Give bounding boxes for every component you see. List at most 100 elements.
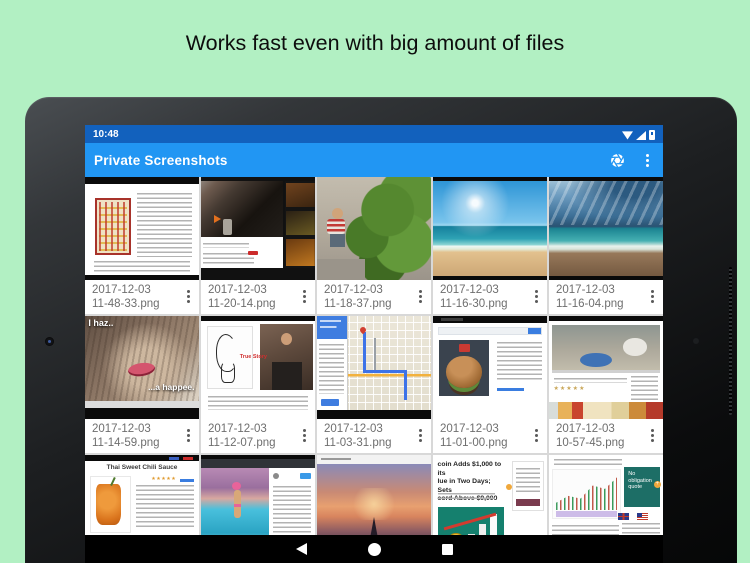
sauce-jar-art bbox=[90, 476, 131, 533]
lighter-art bbox=[223, 219, 232, 235]
video-frame-art bbox=[552, 325, 659, 373]
screenshot-item-4[interactable]: 2017-12-03 11-16-30.png bbox=[433, 177, 547, 314]
screenshot-item-2[interactable]: 2017-12-03 11-20-14.png bbox=[201, 177, 315, 314]
item-menu-icon[interactable] bbox=[187, 290, 190, 293]
item-filename: 11-20-14.png bbox=[208, 297, 311, 311]
overflow-dots bbox=[646, 159, 649, 162]
arrow-annotation-art bbox=[214, 215, 221, 223]
feature-caption: Works fast even with big amount of files bbox=[0, 31, 750, 56]
screenshot-item-1[interactable]: 2017-12-03 11-48-33.png bbox=[85, 177, 199, 314]
overflow-menu-icon[interactable] bbox=[640, 151, 654, 169]
text-lines bbox=[208, 396, 308, 410]
thumbnail-child-photo bbox=[317, 177, 431, 280]
text-lines bbox=[137, 193, 192, 257]
status-bar: 10:48 bbox=[85, 125, 663, 143]
screenshot-item-8[interactable]: 2017-12-03 11-03-31.png bbox=[317, 316, 431, 453]
item-date: 2017-12-03 bbox=[440, 283, 543, 297]
recents-button[interactable] bbox=[442, 544, 453, 555]
text-lines bbox=[554, 378, 627, 383]
item-menu-icon[interactable] bbox=[419, 429, 422, 432]
screenshot-item-7[interactable]: True Story 2017-12-03 11-12-07.png bbox=[201, 316, 315, 453]
item-menu-icon[interactable] bbox=[535, 290, 538, 293]
item-menu-icon[interactable] bbox=[651, 290, 654, 293]
text-lines bbox=[631, 376, 658, 402]
text-lines bbox=[203, 243, 248, 248]
item-date: 2017-12-03 bbox=[208, 283, 311, 297]
thumbnail-map bbox=[317, 316, 431, 419]
item-footer: 2017-12-03 11-16-30.png bbox=[433, 280, 547, 314]
sensor-dot-icon bbox=[693, 338, 699, 344]
item-date: 2017-12-03 bbox=[556, 422, 659, 436]
text-lines bbox=[516, 468, 540, 492]
child-shirt-art bbox=[327, 219, 345, 234]
kitten-mouth-art bbox=[128, 361, 157, 378]
thumbnail-truestory-meme: True Story bbox=[201, 316, 315, 419]
app-title: Private Screenshots bbox=[94, 153, 228, 168]
signal-icon bbox=[636, 131, 646, 140]
item-menu-icon[interactable] bbox=[535, 429, 538, 432]
item-menu-icon[interactable] bbox=[303, 429, 306, 432]
speaker-grille bbox=[729, 267, 732, 415]
item-menu-icon[interactable] bbox=[187, 429, 190, 432]
item-filename: 11-03-31.png bbox=[324, 436, 427, 450]
meme-caption-top: I haz.. bbox=[88, 318, 113, 328]
signup-form-art bbox=[512, 461, 544, 511]
item-footer: 2017-12-03 11-18-37.png bbox=[317, 280, 431, 314]
item-menu-icon[interactable] bbox=[651, 429, 654, 432]
uk-flag-icon bbox=[618, 513, 629, 520]
search-bar-art bbox=[438, 327, 543, 335]
app-bar: Private Screenshots bbox=[85, 143, 663, 177]
thumbnail-book-page bbox=[85, 177, 199, 280]
shutter-icon-svg bbox=[609, 152, 626, 169]
wifi-icon bbox=[622, 131, 633, 140]
meme-caption-bottom: ...a happee. bbox=[148, 382, 194, 392]
item-menu-icon[interactable] bbox=[303, 290, 306, 293]
screenshot-item-5[interactable]: 2017-12-03 11-16-04.png bbox=[549, 177, 663, 314]
battery-icon bbox=[649, 130, 655, 140]
photo-panel-art bbox=[260, 324, 312, 390]
candles-art bbox=[556, 476, 617, 511]
star-rating: ★★★★★ bbox=[151, 476, 176, 482]
item-date: 2017-12-03 bbox=[92, 422, 195, 436]
item-footer: 2017-12-03 11-03-31.png bbox=[317, 419, 431, 453]
home-button[interactable] bbox=[368, 543, 381, 556]
item-filename: 11-48-33.png bbox=[92, 297, 195, 311]
screenshot-item-9[interactable]: 2017-12-03 11-01-00.png bbox=[433, 316, 547, 453]
screenshot-item-10[interactable]: ★★★★★ 2017-12-03 10-57-45.png bbox=[549, 316, 663, 453]
screenshot-item-3[interactable]: 2017-12-03 11-18-37.png bbox=[317, 177, 431, 314]
item-footer: 2017-12-03 11-48-33.png bbox=[85, 280, 199, 314]
item-filename: 10-57-45.png bbox=[556, 436, 659, 450]
text-lines bbox=[554, 459, 622, 465]
status-time: 10:48 bbox=[93, 129, 119, 140]
item-date: 2017-12-03 bbox=[324, 283, 427, 297]
text-lines bbox=[94, 261, 190, 272]
shutter-icon[interactable] bbox=[608, 151, 626, 169]
item-filename: 11-14-59.png bbox=[92, 436, 195, 450]
thumbnail-stormy-beach bbox=[549, 177, 663, 280]
thumbnail-video-page bbox=[201, 177, 315, 280]
back-button[interactable] bbox=[296, 543, 307, 555]
item-date: 2017-12-03 bbox=[208, 422, 311, 436]
android-nav-bar bbox=[85, 535, 663, 563]
headline-line: coin Adds $1,000 to its bbox=[438, 461, 506, 478]
book-cover-art bbox=[95, 198, 130, 255]
screenshot-grid: 2017-12-03 11-48-33.png bbox=[85, 177, 663, 563]
item-filename: 11-16-04.png bbox=[556, 297, 659, 311]
screenshot-item-6[interactable]: I haz.. ...a happee. 2017-12-03 11-14-59… bbox=[85, 316, 199, 453]
item-menu-icon[interactable] bbox=[419, 290, 422, 293]
us-flag-icon bbox=[637, 513, 648, 520]
true-story-text: True Story bbox=[240, 354, 267, 360]
text-lines bbox=[497, 342, 543, 382]
text-lines bbox=[438, 493, 495, 499]
burger-photo-art bbox=[439, 340, 489, 396]
item-footer: 2017-12-03 11-12-07.png bbox=[201, 419, 315, 453]
food-collage-art bbox=[549, 402, 663, 419]
thumbnail-food-video: ★★★★★ bbox=[549, 316, 663, 419]
item-filename: 11-01-00.png bbox=[440, 436, 543, 450]
route-line-art bbox=[404, 370, 407, 400]
item-filename: 11-18-37.png bbox=[324, 297, 427, 311]
item-date: 2017-12-03 bbox=[556, 283, 659, 297]
route-line-art bbox=[363, 332, 366, 372]
link-line-art bbox=[497, 388, 524, 391]
plus-badge-icon: + bbox=[654, 481, 661, 488]
